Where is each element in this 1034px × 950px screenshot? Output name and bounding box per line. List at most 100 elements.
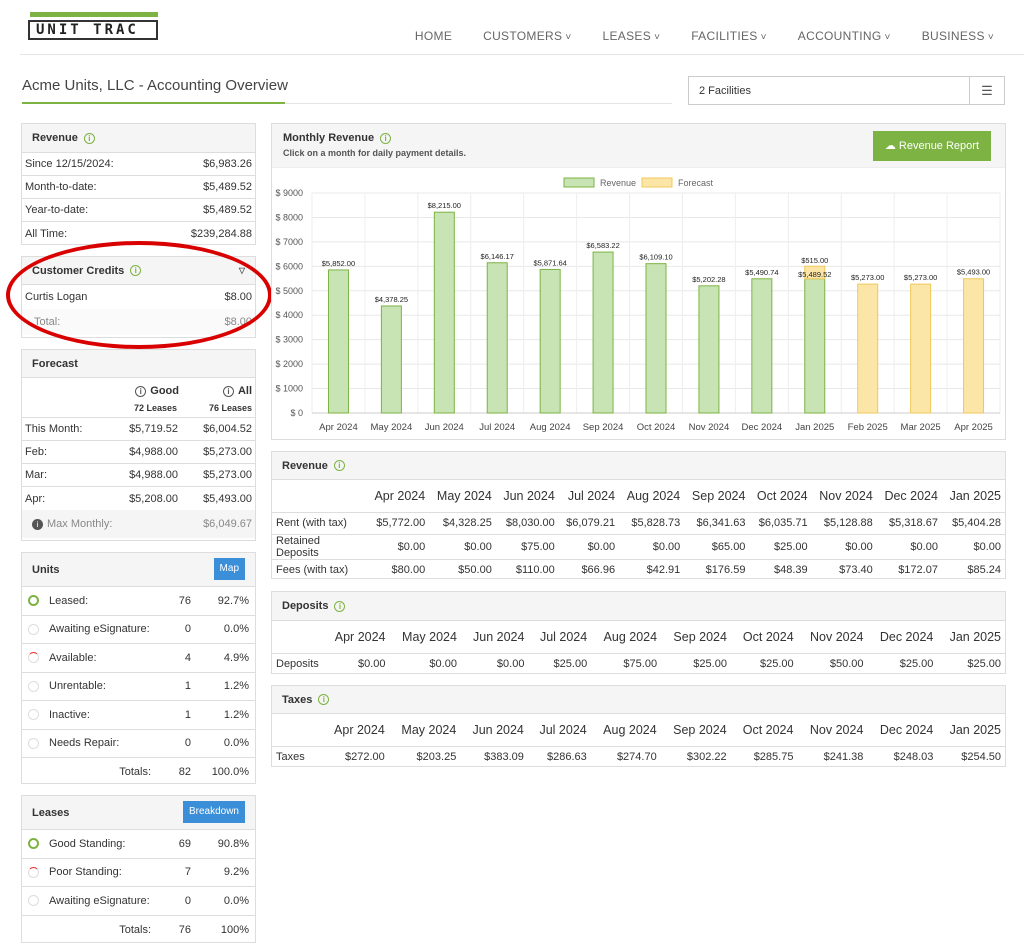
nav-accounting[interactable]: ACCOUNTING ˅ [798, 29, 891, 43]
bar-forecast[interactable] [910, 283, 932, 414]
leases-row[interactable]: Good Standing: 69 90.8% [22, 830, 255, 859]
forecast-row: Mar: $4,988.00 $5,273.00 [22, 464, 255, 487]
info-icon[interactable]: i [333, 460, 345, 471]
leases-row-label[interactable]: Poor Standing: [49, 866, 151, 878]
chevron-down-icon: ˅ [562, 32, 572, 43]
bar-revenue[interactable] [804, 278, 826, 414]
units-row[interactable]: Inactive: 1 1.2% [22, 701, 255, 730]
info-icon[interactable]: i [135, 386, 147, 397]
table-cell: $5,828.73 [619, 511, 685, 534]
bar-revenue[interactable] [698, 285, 720, 414]
units-row-label[interactable]: Needs Repair: [49, 737, 151, 749]
units-row-label[interactable]: Unrentable: [49, 680, 151, 692]
table-month-header: Apr 2024 [374, 488, 426, 503]
nav-home[interactable]: HOME [415, 29, 452, 43]
revenue-header: Revenue i [22, 124, 255, 153]
revenue-row-value: $5,489.52 [203, 204, 252, 216]
facility-select[interactable]: 2 Facilities [688, 76, 970, 105]
forecast-row: Feb: $4,988.00 $5,273.00 [22, 441, 255, 464]
table-row-label: Retained Deposits [272, 533, 367, 559]
units-row-percent: 4.9% [223, 651, 249, 664]
table-cell: $42.91 [619, 558, 685, 581]
units-totals: Totals: 82 100.0% [22, 758, 255, 787]
annotation-circle [6, 241, 272, 349]
bar-revenue[interactable] [645, 263, 667, 414]
status-ring-icon [28, 652, 39, 664]
forecast-title: Forecast [32, 357, 78, 370]
unit-trac-logo[interactable]: UNIT TRAC [22, 12, 162, 42]
table-month-header: Nov 2024 [810, 629, 864, 644]
table-cell: $172.07 [876, 558, 942, 581]
bar-revenue[interactable] [380, 305, 402, 414]
x-tick-label: Apr 2024 [319, 422, 358, 433]
info-icon[interactable]: i [83, 132, 95, 144]
status-ring-icon [28, 895, 39, 907]
units-row[interactable]: Leased: 76 92.7% [22, 587, 255, 616]
info-icon[interactable]: i [380, 133, 392, 144]
list-icon[interactable]: ☰ [969, 76, 1005, 105]
units-row[interactable]: Awaiting eSignature: 0 0.0% [22, 616, 255, 644]
info-icon[interactable]: i [318, 694, 330, 705]
leases-row-count: 0 [184, 894, 191, 907]
nav-customers[interactable]: CUSTOMERS ˅ [483, 29, 571, 43]
forecast-row-label: Feb: [25, 446, 48, 458]
table-cell: $25.00 [867, 652, 938, 675]
info-icon[interactable]: i [334, 600, 346, 612]
units-row-label[interactable]: Inactive: [49, 709, 151, 721]
bar-revenue[interactable] [539, 268, 561, 414]
table-cell: $50.00 [797, 652, 868, 675]
bar-revenue[interactable] [327, 269, 349, 414]
units-row-percent: 1.2% [223, 708, 249, 721]
forecast-max: i Max Monthly: $6,049.67 [22, 510, 255, 538]
units-header: Units Map [22, 553, 255, 587]
units-row-label[interactable]: Available: [49, 652, 151, 664]
leases-row-label[interactable]: Awaiting eSignature: [49, 895, 151, 907]
info-icon[interactable]: i [222, 386, 234, 397]
units-row-label[interactable]: Leased: [49, 595, 151, 607]
units-row[interactable]: Unrentable: 1 1.2% [22, 673, 255, 701]
bar-forecast[interactable] [857, 283, 879, 414]
bar-revenue[interactable] [592, 251, 614, 414]
table-cell: $66.96 [558, 558, 620, 581]
nav-facilities[interactable]: FACILITIES ˅ [691, 29, 767, 43]
bar-forecast[interactable] [963, 278, 985, 414]
breakdown-button[interactable]: Breakdown [182, 801, 245, 823]
bar-revenue[interactable] [433, 211, 455, 414]
map-button[interactable]: Map [213, 558, 245, 580]
revenue-table-header: Revenue i [272, 452, 1005, 480]
bar-stack-label: $515.00 [801, 256, 828, 265]
leases-row[interactable]: Awaiting eSignature: 0 0.0% [22, 887, 255, 916]
nav-business[interactable]: BUSINESS ˅ [922, 29, 994, 43]
units-row-count: 4 [184, 651, 191, 664]
table-cell: $0.00 [367, 533, 430, 559]
table-month-header: Apr 2024 [334, 629, 386, 644]
revenue-row-label: Month-to-date: [25, 181, 97, 193]
chevron-down-icon: ˅ [984, 32, 994, 43]
leases-row-label[interactable]: Good Standing: [49, 838, 151, 850]
table-row-label: Taxes [272, 745, 322, 768]
x-tick-label: Jan 2025 [795, 422, 834, 433]
leases-row[interactable]: Poor Standing: 7 9.2% [22, 859, 255, 887]
forecast-row-all: $6,004.52 [203, 423, 252, 435]
forecast-header: Forecast [22, 350, 255, 378]
info-icon[interactable]: i [32, 519, 43, 530]
x-tick-label: Mar 2025 [901, 422, 941, 433]
units-row-label[interactable]: Awaiting eSignature: [49, 623, 151, 635]
logo-text: UNIT TRAC [28, 20, 158, 40]
bar-revenue[interactable] [751, 278, 773, 414]
monthly-revenue-chart[interactable]: Revenue Forecast $ 0 $ 1000 $ 2000 $ 3000 $ 40… [272, 168, 1005, 440]
bar-revenue[interactable] [486, 262, 508, 414]
revenue-table: Apr 2024 May 2024 Jun 2024 Jul 2024 Aug 2024… [272, 480, 1005, 581]
table-cell: $272.00 [322, 745, 389, 768]
units-row[interactable]: Needs Repair: 0 0.0% [22, 730, 255, 758]
table-corner [272, 480, 367, 512]
x-tick-label: Jun 2024 [425, 422, 464, 433]
units-row[interactable]: Available: 4 4.9% [22, 644, 255, 673]
table-row-label: Deposits [272, 652, 323, 675]
revenue-row: Since 12/15/2024: $6,983.26 [22, 153, 255, 176]
y-tick-label: $ 3000 [275, 335, 303, 345]
units-row-count: 0 [184, 623, 191, 636]
revenue-report-button[interactable]: ☁ Revenue Report [872, 131, 991, 161]
nav-leases[interactable]: LEASES ˅ [603, 29, 661, 43]
status-ring-icon [28, 623, 39, 635]
